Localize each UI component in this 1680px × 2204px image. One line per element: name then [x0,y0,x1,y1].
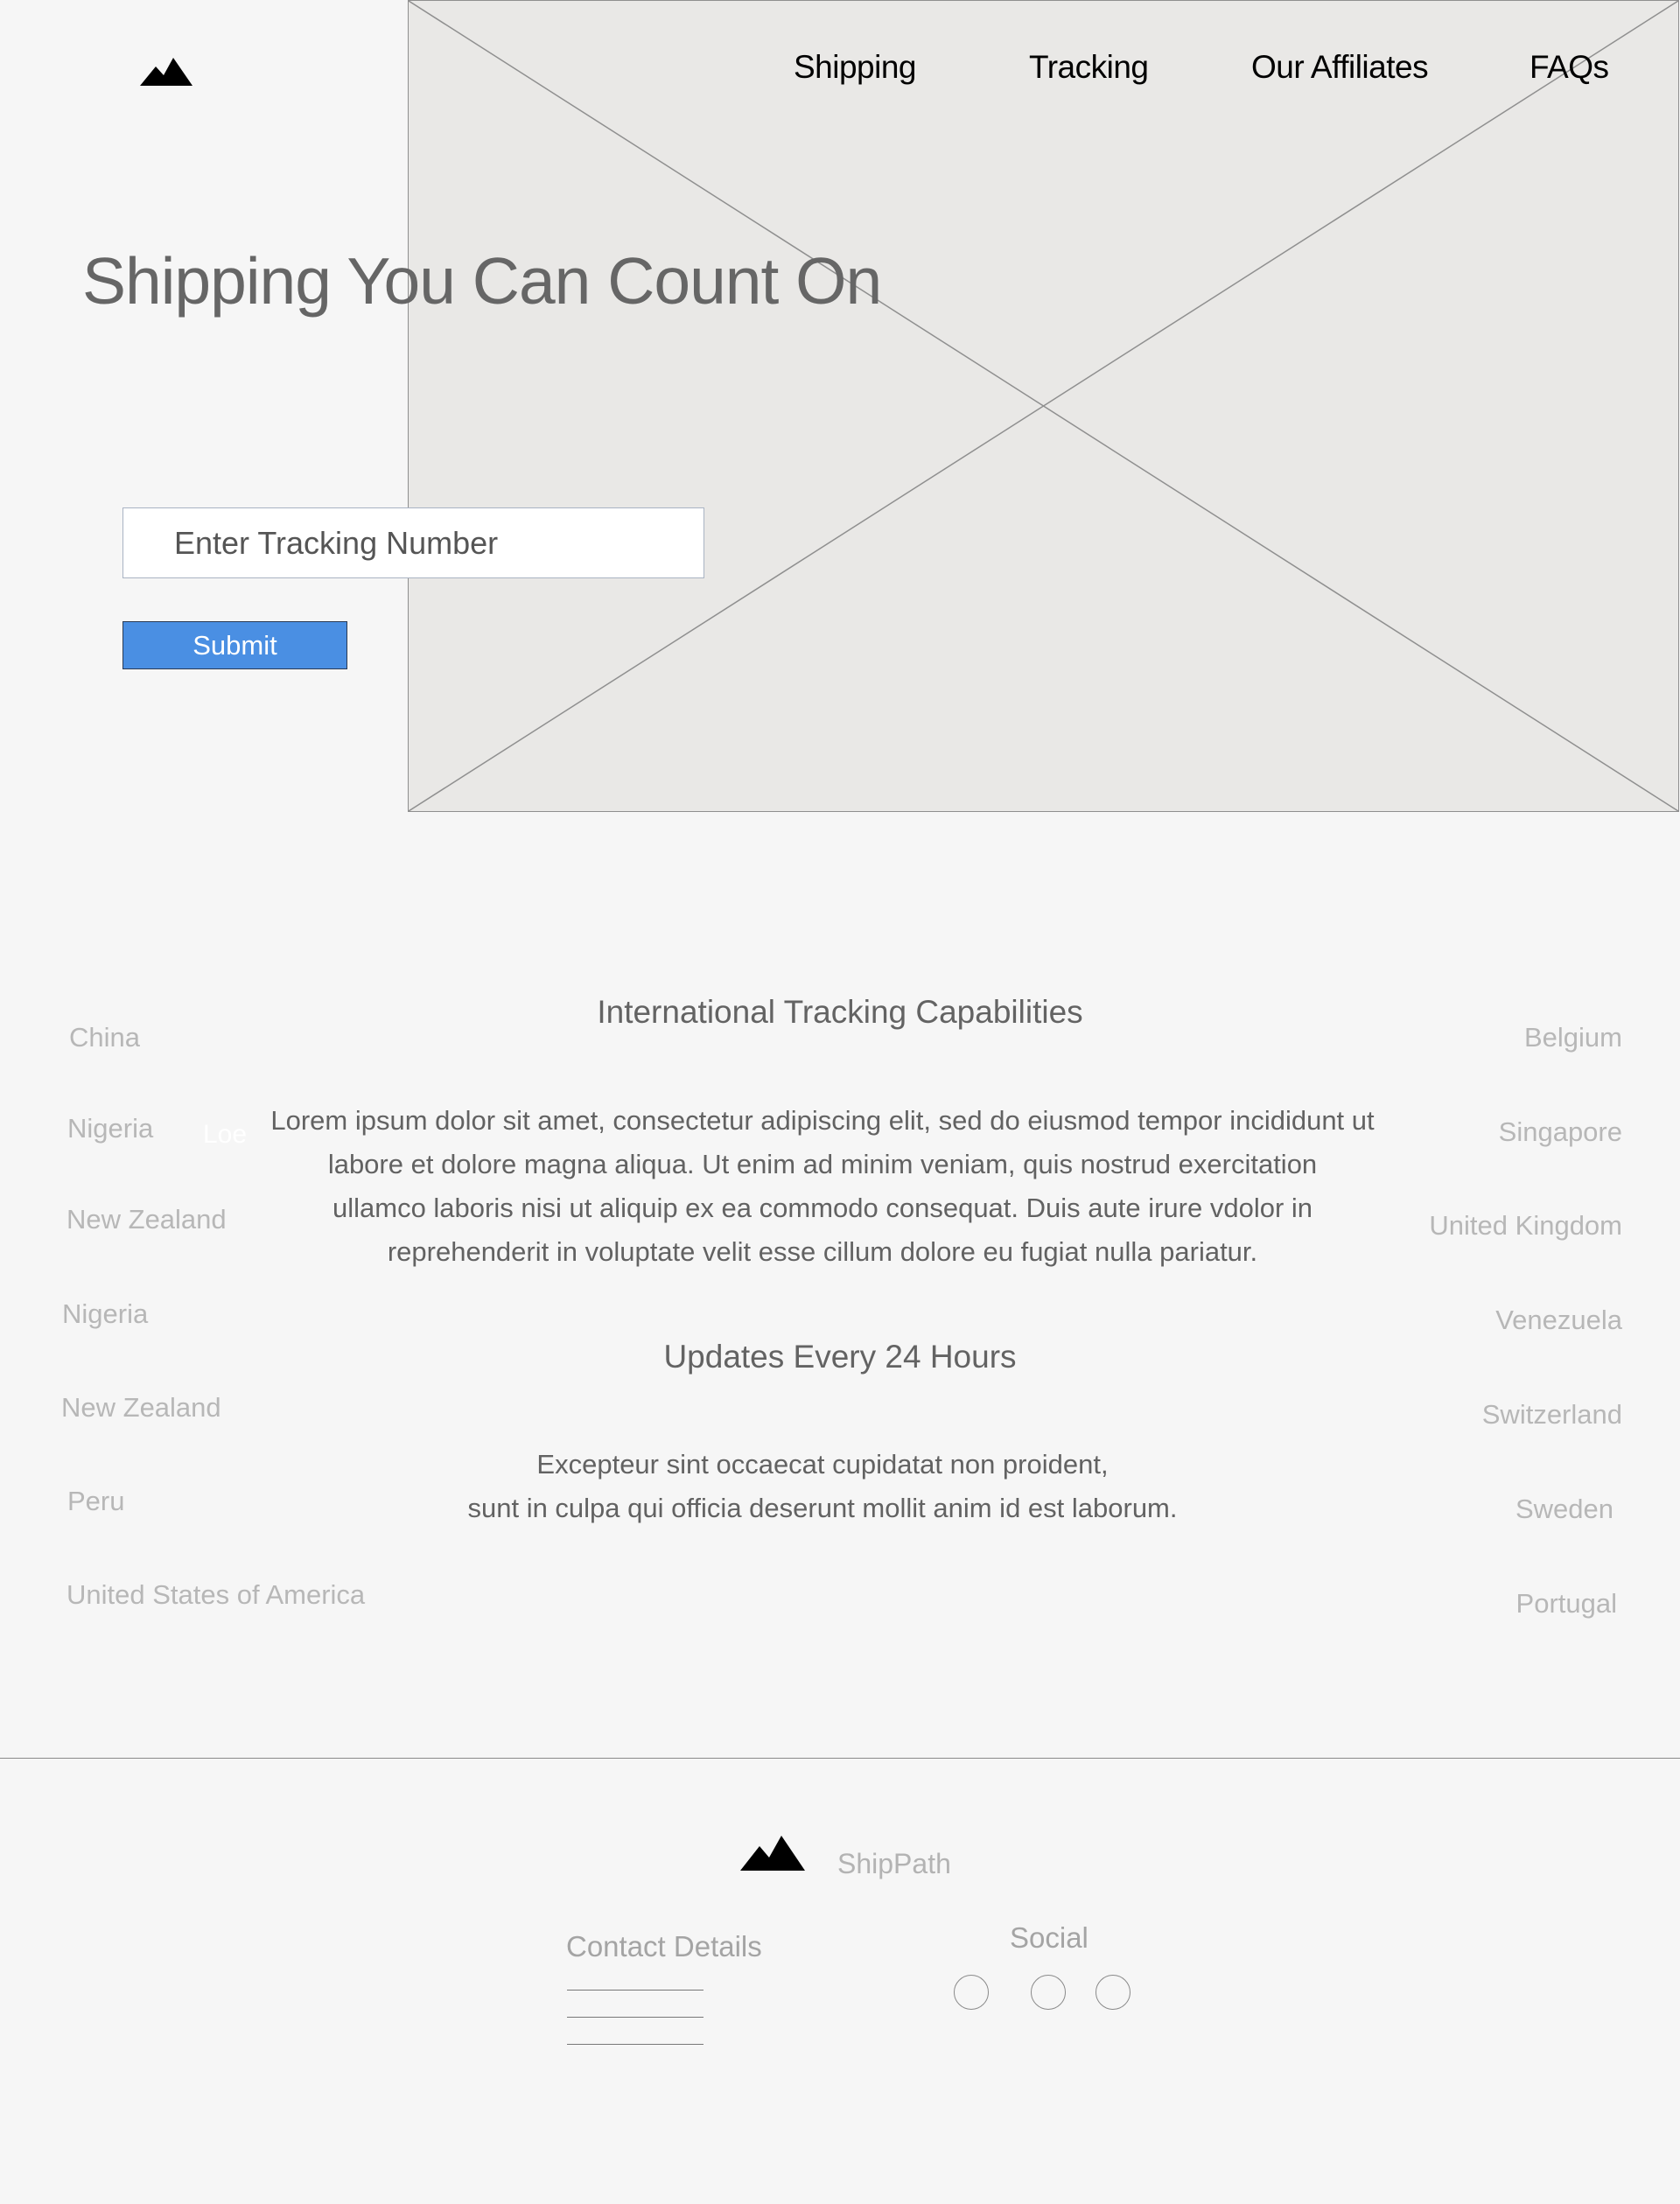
mountain-logo-icon[interactable] [140,58,192,86]
social-icon[interactable] [954,1975,989,2010]
tracking-number-input[interactable] [122,507,704,578]
footer-divider [0,1758,1680,1759]
country-left-item: United States of America [66,1579,366,1610]
submit-button[interactable]: Submit [122,621,347,669]
contact-line [567,1990,704,1991]
country-right-item: Switzerland [1481,1399,1622,1430]
contact-line [567,2044,704,2045]
nav-item-faqs[interactable]: FAQs [1530,49,1609,86]
section-heading-international: International Tracking Capabilities [597,994,1083,1030]
footer-brand-name: ShipPath [837,1848,951,1879]
country-right-item: Venezuela [1495,1305,1622,1335]
mountain-logo-icon[interactable] [740,1836,805,1871]
nav-item-shipping[interactable]: Shipping [794,49,917,86]
nav-item-our-affiliates[interactable]: Our Affiliates [1251,49,1429,86]
body-text-line: labore et dolore magna aliqua. Ut enim a… [327,1149,1318,1179]
country-left-item: New Zealand [61,1392,221,1423]
country-right-item: Portugal [1516,1588,1617,1619]
image-placeholder-icon [409,1,1678,811]
body-text-line: ullamco laboris nisi ut aliquip ex ea co… [332,1193,1313,1223]
hero-image-placeholder [408,0,1679,812]
contact-line [567,2017,704,2018]
social-heading: Social [1010,1921,1088,1954]
body-text-line: Excepteur sint occaecat cupidatat non pr… [536,1449,1109,1480]
hero-title: Shipping You Can Count On [82,244,882,318]
nav-item-tracking[interactable]: Tracking [1029,49,1149,86]
body-text-line: Lorem ipsum dolor sit amet, consectetur … [270,1105,1375,1136]
social-icon[interactable] [1031,1975,1066,2010]
social-icon[interactable] [1096,1975,1130,2010]
contact-details-heading: Contact Details [566,1930,762,1963]
country-left-item: Nigeria [62,1298,149,1329]
body-text-line: sunt in culpa qui officia deserunt molli… [467,1493,1178,1523]
section-heading-updates: Updates Every 24 Hours [663,1339,1017,1375]
body-text-line: reprehenderit in voluptate velit esse ci… [387,1236,1258,1267]
